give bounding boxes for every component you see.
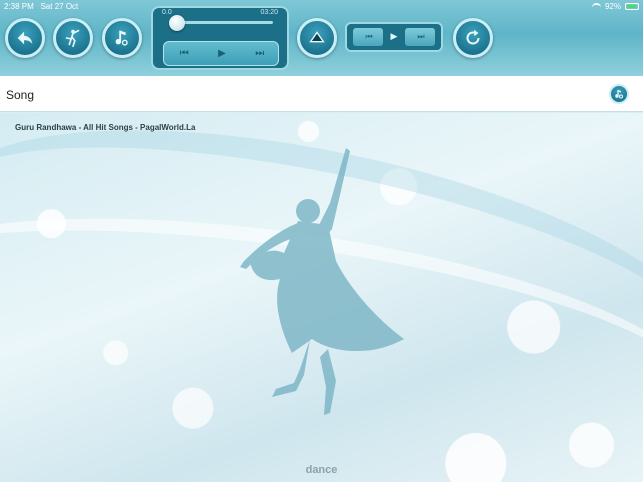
forward-button[interactable]: ⏭ [255,48,264,59]
eject-icon [309,31,325,43]
dancer-icon [65,29,80,48]
main-display: Guru Randhawa - All Hit Songs - PagalWor… [0,113,643,482]
dancer-silhouette-image [240,148,404,415]
footer-dance-label: dance [305,464,338,476]
back-arrow-icon [17,31,33,45]
battery-icon [625,3,639,10]
total-time: 03:20 [260,9,278,16]
repeat-button[interactable] [453,18,493,58]
repeat-icon [466,29,480,45]
status-time: 2:38 PM [4,2,34,11]
player-panel: 0.0 03:20 ⏮ ▶ ⏭ [151,6,289,70]
song-select-button[interactable] [609,84,629,104]
rewind-button[interactable]: ⏮ [180,48,189,59]
top-toolbar: 2:38 PM Sat 27 Oct 92% 0.0 03:20 ⏮ ▶ ⏭ ⏮… [0,0,643,76]
dancer-button[interactable] [53,18,93,58]
eject-button[interactable] [297,18,337,58]
music-note-icon [615,90,623,99]
loop-end-button[interactable]: ⏭ [404,28,435,46]
battery-percent: 92% [604,2,621,11]
progress-slider-knob[interactable] [169,15,185,31]
back-button[interactable] [5,18,45,58]
music-note-icon [115,30,128,46]
track-name: Guru Randhawa - All Hit Songs - PagalWor… [15,123,196,132]
loop-play-button[interactable]: ▶ [391,32,398,42]
status-date: Sat 27 Oct [40,2,79,11]
status-time-date: 2:38 PM Sat 27 Oct [4,2,78,11]
current-time: 0.0 [162,9,172,16]
ab-loop-panel: ⏮ ▶ ⏭ [345,22,443,52]
music-button[interactable] [102,18,142,58]
status-right: 92% [591,2,639,11]
progress-track[interactable] [171,21,273,24]
wifi-icon [591,3,601,10]
song-label: Song [6,88,35,102]
play-button[interactable]: ▶ [218,48,226,59]
loop-start-button[interactable]: ⏮ [353,28,383,46]
song-bar: Song [0,76,643,112]
transport-controls: ⏮ ▶ ⏭ [163,41,279,66]
